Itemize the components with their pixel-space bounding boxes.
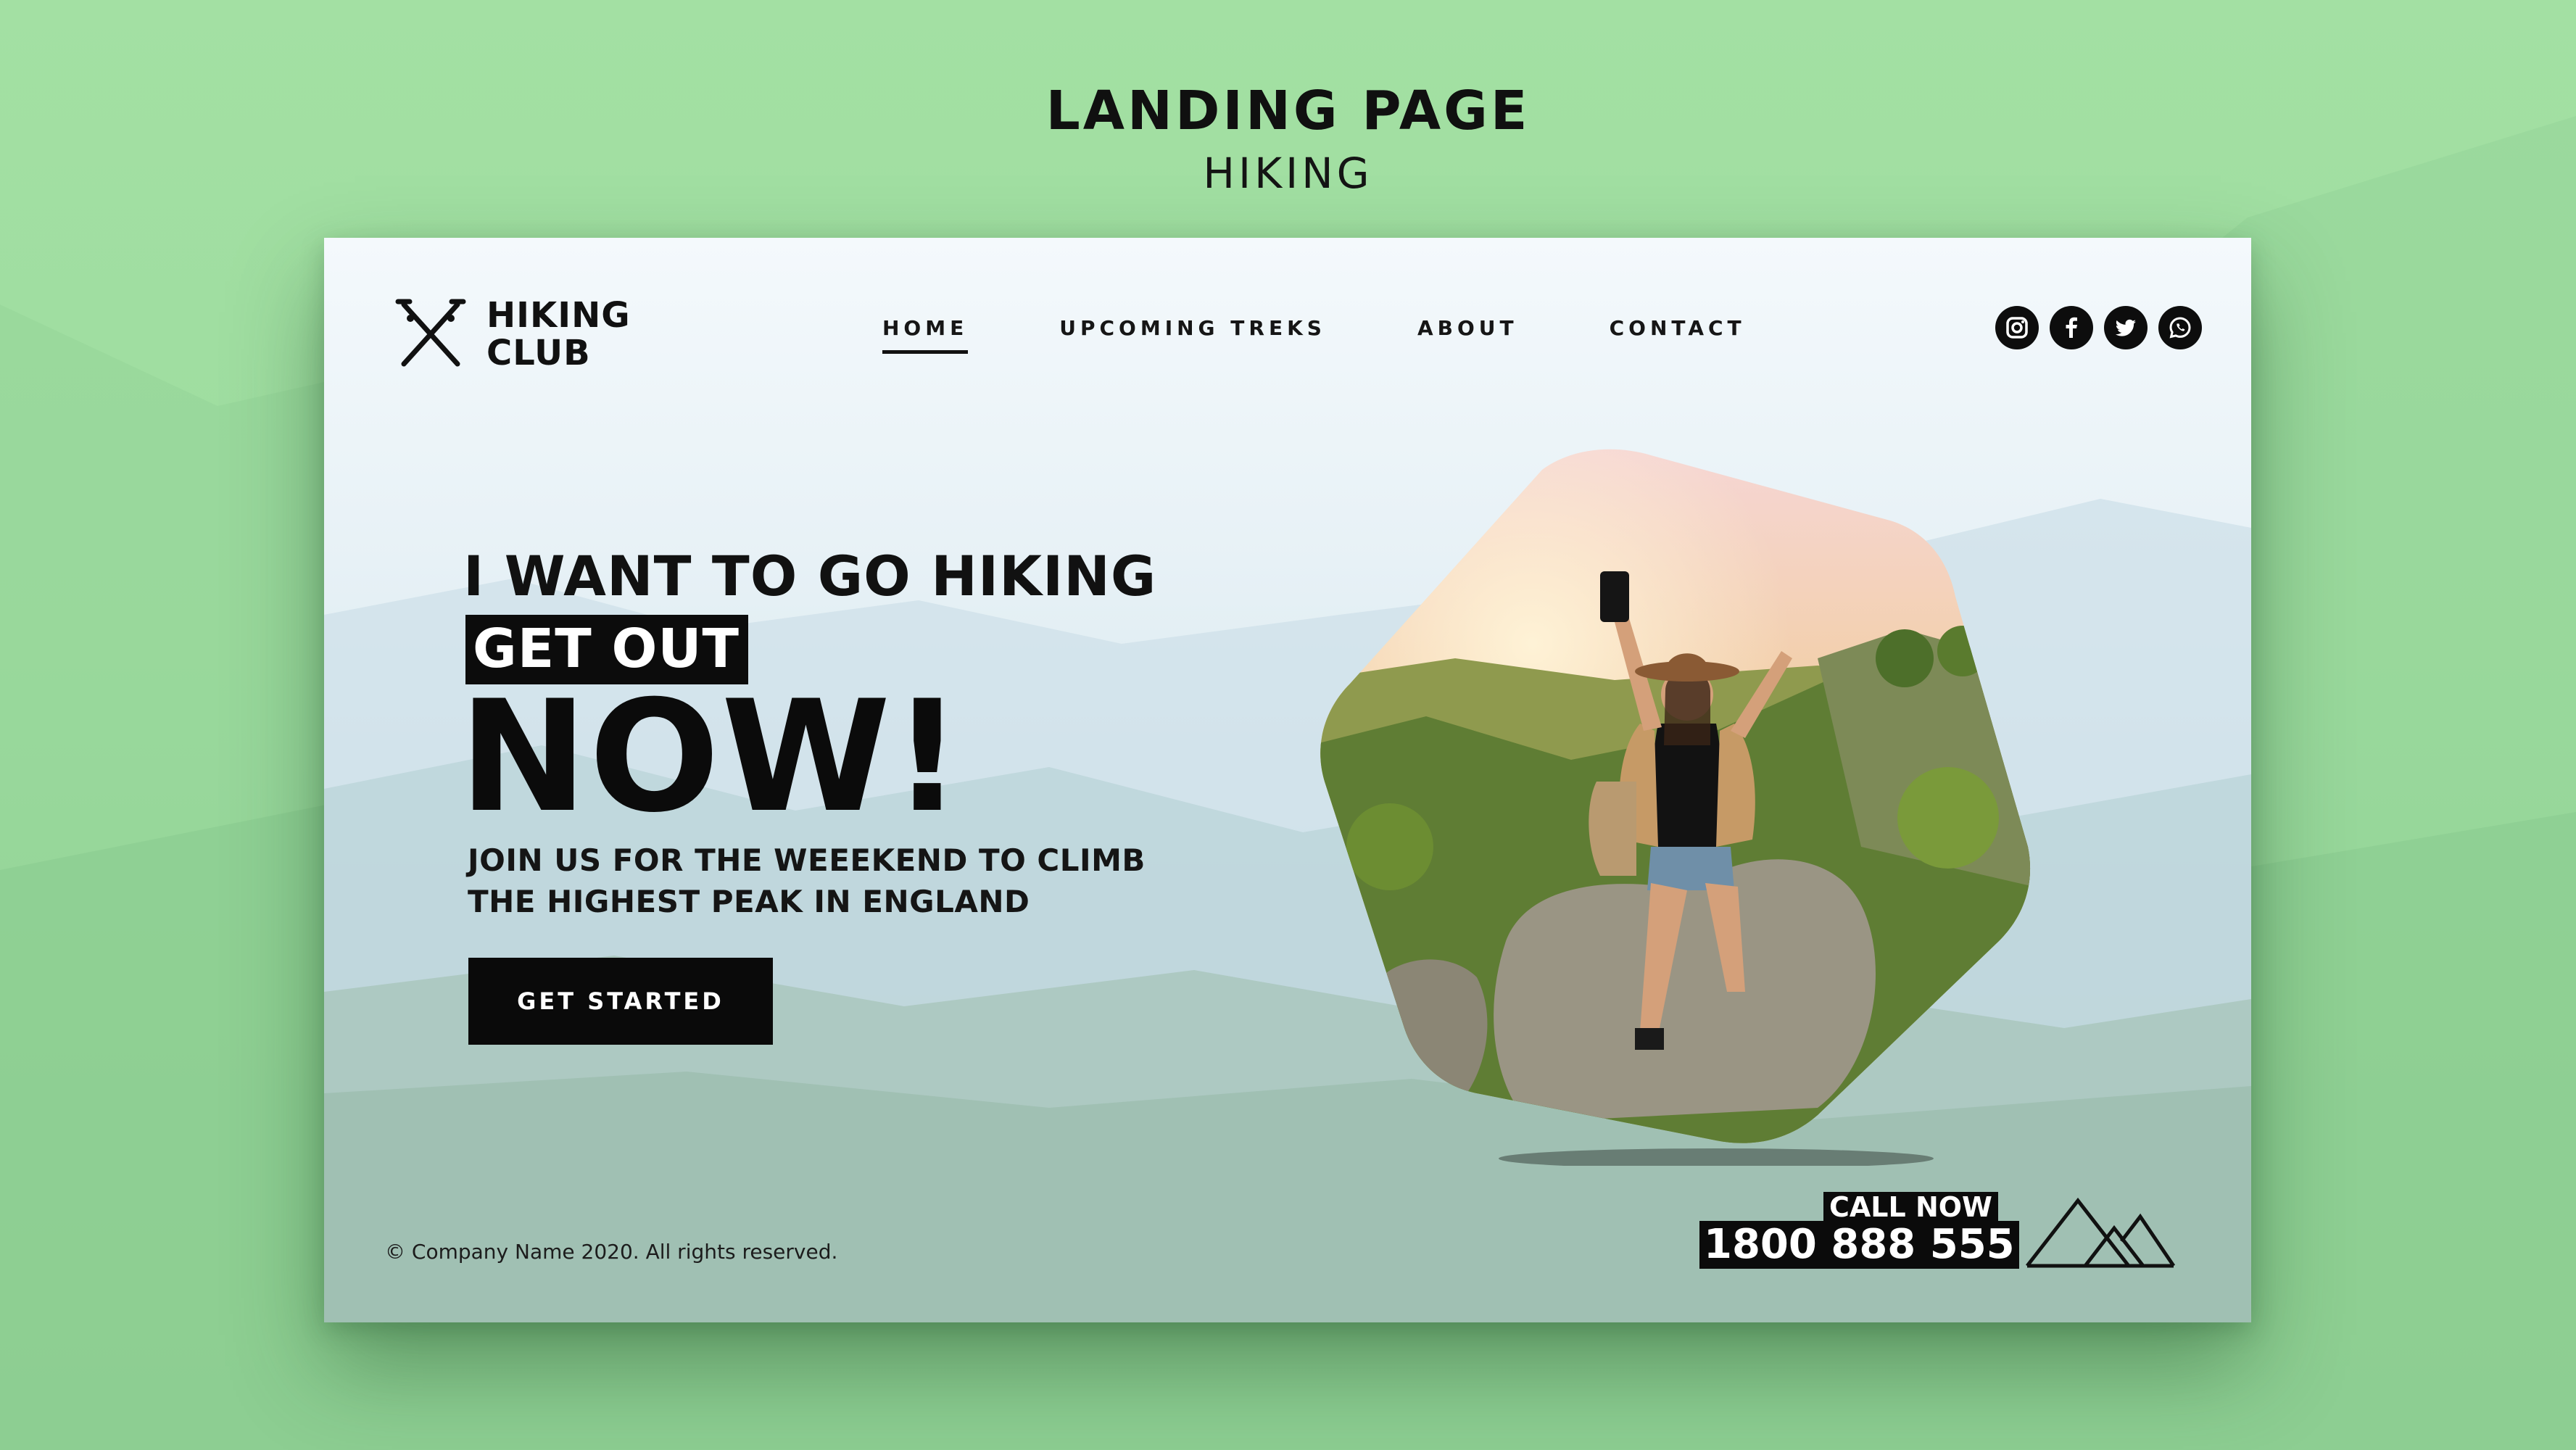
phone-number[interactable]: 1800 888 555 <box>1699 1221 2019 1269</box>
brand-line-2: CLUB <box>486 333 591 373</box>
hero-big-word: NOW! <box>459 667 964 846</box>
nav-item-contact[interactable]: CONTACT <box>1610 316 1746 354</box>
twitter-icon[interactable] <box>2104 306 2148 349</box>
hero-subtext-line-1: JOIN US FOR THE WEEEKEND TO CLIMB <box>468 842 1146 878</box>
nav-item-home[interactable]: HOME <box>882 316 969 354</box>
hero-subtext: JOIN US FOR THE WEEEKEND TO CLIMB THE HI… <box>468 840 1229 922</box>
copyright-text: © Company Name 2020. All rights reserved… <box>385 1240 838 1264</box>
get-started-button[interactable]: GET STARTED <box>468 958 773 1045</box>
nav-item-about[interactable]: ABOUT <box>1417 316 1518 354</box>
hero-subtext-line-2: THE HIGHEST PEAK IN ENGLAND <box>468 884 1030 919</box>
landing-page-mockup: HIKING CLUB HOME UPCOMING TREKS ABOUT CO… <box>324 238 2251 1322</box>
mountains-icon <box>2026 1197 2176 1268</box>
showcase-subtitle: HIKING <box>1203 149 1373 198</box>
facebook-icon[interactable] <box>2050 306 2093 349</box>
whatsapp-icon[interactable] <box>2158 306 2202 349</box>
instagram-icon[interactable] <box>1995 306 2039 349</box>
social-links <box>1984 306 2202 349</box>
brand-line-1: HIKING <box>486 295 631 336</box>
showcase-title: LANDING PAGE <box>1045 80 1531 142</box>
main-nav: HOME UPCOMING TREKS ABOUT CONTACT <box>882 316 1837 354</box>
hiker-photo <box>1320 449 2031 1166</box>
nav-item-upcoming-treks[interactable]: UPCOMING TREKS <box>1059 316 1326 354</box>
brand-logo[interactable]: HIKING CLUB <box>391 294 631 374</box>
crossed-trekking-poles-icon <box>395 299 466 367</box>
call-now-label: CALL NOW <box>1823 1192 1998 1222</box>
brand-name: HIKING CLUB <box>486 297 631 372</box>
hero-headline: I WANT TO GO HIKING <box>463 544 1157 608</box>
